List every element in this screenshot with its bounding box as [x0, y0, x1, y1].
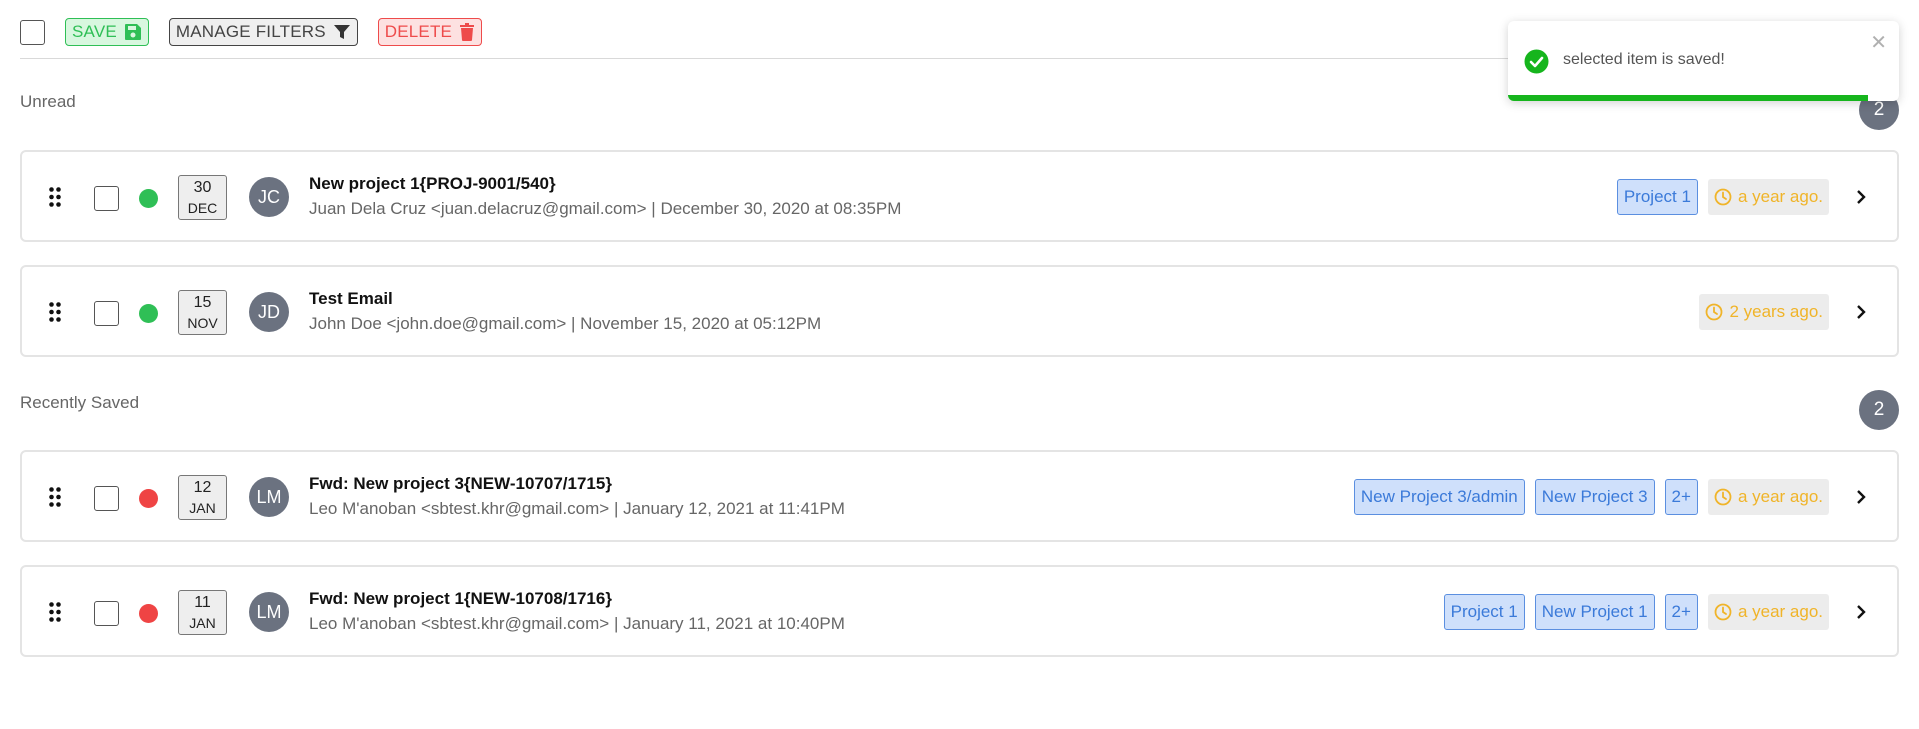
- date-month: NOV: [187, 315, 218, 331]
- save-button[interactable]: SAVE: [65, 18, 149, 46]
- item-tags: Project 1 New Project 1 2+ a year ago.: [1443, 594, 1871, 630]
- chevron-right-icon[interactable]: [1851, 305, 1871, 319]
- status-dot: [139, 604, 158, 623]
- date-badge: 15 NOV: [178, 290, 227, 335]
- select-all-checkbox[interactable]: [20, 20, 45, 45]
- project-tag[interactable]: New Project 1: [1534, 594, 1655, 630]
- chevron-right-icon[interactable]: [1851, 490, 1871, 504]
- date-badge: 11 JAN: [178, 590, 227, 635]
- date-month: JAN: [189, 500, 216, 516]
- date-month: DEC: [187, 200, 218, 216]
- item-checkbox[interactable]: [94, 186, 119, 211]
- email-subject: Fwd: New project 3{NEW-10707/1715}: [309, 474, 612, 493]
- clock-icon: [1714, 188, 1732, 206]
- clock-icon: [1714, 488, 1732, 506]
- project-tag[interactable]: Project 1: [1443, 594, 1525, 630]
- date-month: JAN: [189, 615, 216, 631]
- list-item[interactable]: 15 NOV JD Test Email John Doe <john.doe@…: [20, 265, 1899, 357]
- item-tags: 2 years ago.: [1699, 294, 1871, 330]
- item-checkbox[interactable]: [94, 486, 119, 511]
- toast-notification: selected item is saved! ✕: [1508, 21, 1899, 101]
- filter-icon: [333, 25, 350, 39]
- manage-filters-label: MANAGE FILTERS: [175, 22, 326, 41]
- list-item[interactable]: 12 JAN LM Fwd: New project 3{NEW-10707/1…: [20, 450, 1899, 542]
- section-label-unread: Unread: [20, 92, 76, 111]
- time-ago: a year ago.: [1737, 602, 1823, 621]
- project-tag[interactable]: New Project 3: [1534, 479, 1655, 515]
- list-item[interactable]: 11 JAN LM Fwd: New project 1{NEW-10708/1…: [20, 565, 1899, 657]
- date-day: 30: [193, 179, 212, 196]
- clock-icon: [1706, 303, 1723, 321]
- email-subject: New project 1{PROJ-9001/540}: [309, 174, 556, 193]
- drag-handle-icon[interactable]: [49, 487, 61, 507]
- date-day: 11: [194, 594, 211, 611]
- avatar: LM: [249, 477, 289, 517]
- project-tag[interactable]: New Project 3/admin: [1353, 479, 1525, 515]
- item-tags: New Project 3/admin New Project 3 2+ a yea…: [1353, 479, 1871, 515]
- drag-handle-icon[interactable]: [49, 187, 61, 207]
- time-ago: 2 years ago.: [1729, 302, 1823, 321]
- close-icon[interactable]: ✕: [1870, 33, 1887, 53]
- date-day: 12: [193, 479, 212, 496]
- delete-button[interactable]: DELETE: [377, 18, 483, 46]
- avatar: LM: [249, 592, 289, 632]
- toast-progress-bar: [1508, 95, 1868, 101]
- item-checkbox[interactable]: [94, 601, 119, 626]
- email-subject: Fwd: New project 1{NEW-10708/1716}: [309, 589, 612, 608]
- email-meta: John Doe <john.doe@gmail.com> | November…: [309, 314, 822, 333]
- save-label: SAVE: [72, 22, 117, 41]
- project-tag[interactable]: 2+: [1664, 594, 1698, 630]
- manage-filters-button[interactable]: MANAGE FILTERS: [168, 18, 358, 46]
- list-item[interactable]: 30 DEC JC New project 1{PROJ-9001/540} J…: [20, 150, 1899, 242]
- avatar: JD: [249, 292, 289, 332]
- trash-icon: [460, 23, 475, 41]
- email-subject: Test Email: [309, 289, 393, 308]
- avatar: JC: [249, 177, 289, 217]
- project-tag[interactable]: Project 1: [1616, 179, 1698, 215]
- email-meta: Juan Dela Cruz <juan.delacruz@gmail.com>…: [309, 199, 902, 218]
- time-badge: a year ago.: [1707, 594, 1829, 630]
- project-tag[interactable]: 2+: [1664, 479, 1698, 515]
- section-label-recently-saved: Recently Saved: [20, 393, 140, 412]
- time-badge: a year ago.: [1707, 479, 1829, 515]
- time-ago: a year ago.: [1737, 187, 1823, 206]
- item-tags: Project 1 a year ago.: [1616, 179, 1871, 215]
- clock-icon: [1714, 603, 1732, 621]
- status-dot: [139, 304, 158, 323]
- item-checkbox[interactable]: [94, 301, 119, 326]
- recently-saved-count-badge: 2: [1859, 390, 1899, 430]
- date-day: 15: [193, 294, 212, 311]
- chevron-right-icon[interactable]: [1851, 605, 1871, 619]
- status-dot: [139, 189, 158, 208]
- time-ago: a year ago.: [1737, 487, 1823, 506]
- drag-handle-icon[interactable]: [49, 602, 61, 622]
- toast-message: selected item is saved!: [1563, 51, 1725, 68]
- floppy-disk-icon: [124, 24, 141, 40]
- chevron-right-icon[interactable]: [1851, 190, 1871, 204]
- time-badge: 2 years ago.: [1699, 294, 1829, 330]
- delete-label: DELETE: [384, 22, 453, 41]
- time-badge: a year ago.: [1707, 179, 1829, 215]
- email-meta: Leo M'anoban <sbtest.khr@gmail.com> | Ja…: [309, 614, 845, 633]
- drag-handle-icon[interactable]: [49, 302, 61, 322]
- email-meta: Leo M'anoban <sbtest.khr@gmail.com> | Ja…: [309, 499, 845, 518]
- check-circle-icon: [1524, 49, 1549, 74]
- date-badge: 30 DEC: [178, 175, 227, 220]
- date-badge: 12 JAN: [178, 475, 227, 520]
- status-dot: [139, 489, 158, 508]
